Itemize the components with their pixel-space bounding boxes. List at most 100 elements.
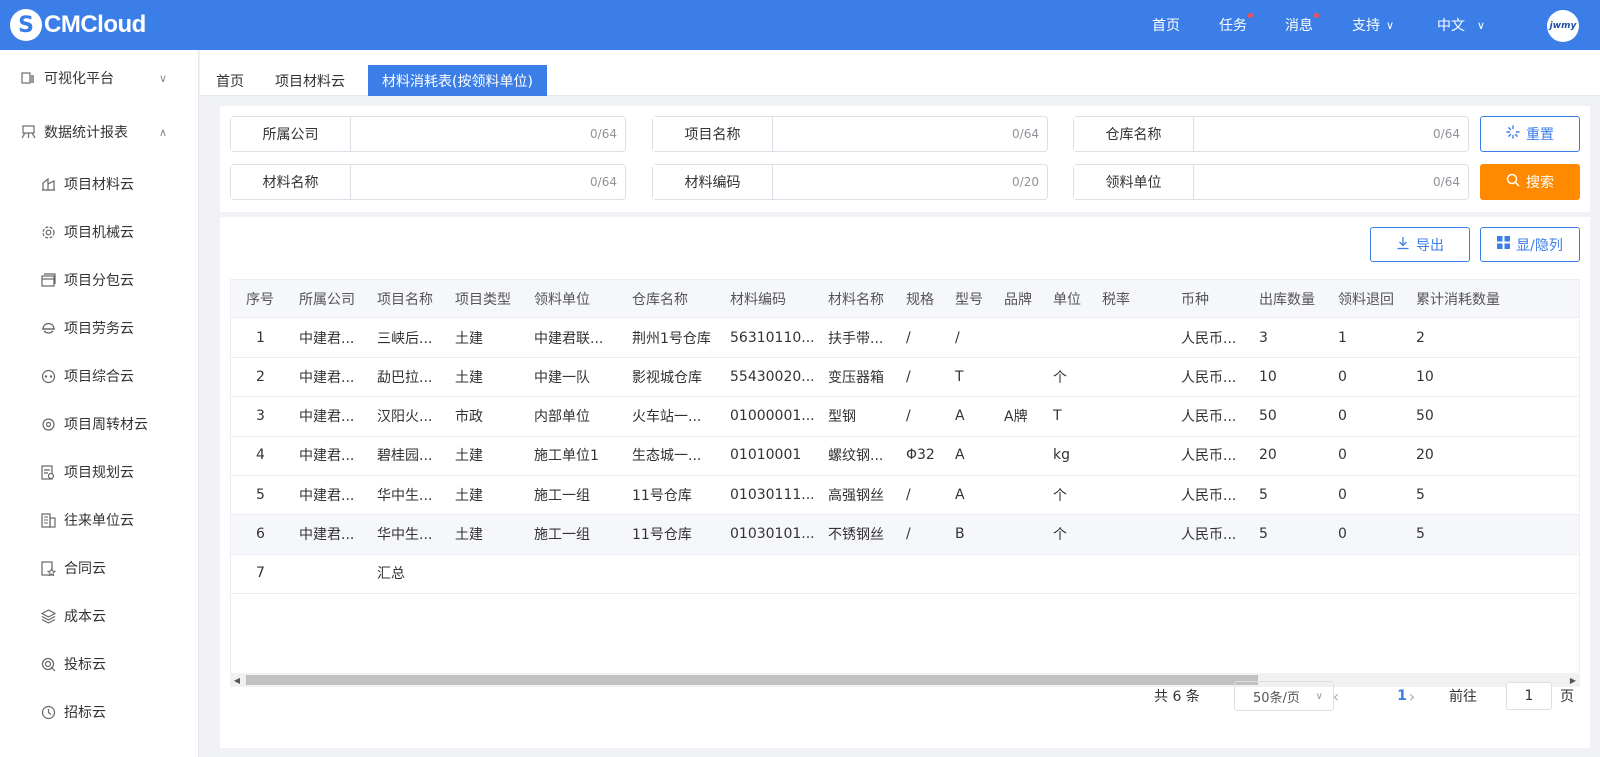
- material-name-input[interactable]: [351, 165, 591, 199]
- tab-material-consumption[interactable]: 材料消耗表(按领料单位): [368, 65, 547, 96]
- table-cell: 土建: [455, 369, 483, 386]
- table-row[interactable]: 3 中建君... 汉阳火... 市政 内部单位 火车站一... 01000001... 型钢 /…: [231, 397, 1579, 437]
- avatar[interactable]: jwmy: [1547, 10, 1579, 42]
- table-row[interactable]: 1 中建君... 三峡后... 土建 中建君联... 荆州1号仓库 56310110... 扶…: [231, 318, 1579, 358]
- nav-messages[interactable]: 消息: [1285, 0, 1319, 50]
- table-cell: 中建一队: [534, 369, 590, 386]
- table-cell: 生态城一...: [632, 448, 702, 465]
- table-cell: 1: [1338, 329, 1347, 346]
- table-row[interactable]: 2 中建君... 勐巴拉... 土建 中建一队 影视城仓库 55430020... 变压器箱 /…: [231, 357, 1579, 398]
- table-cell: 个: [1053, 527, 1067, 543]
- table-cell: 5: [256, 486, 265, 503]
- logo[interactable]: S CMCloud: [10, 9, 146, 41]
- table-cell: 01030101...: [730, 526, 815, 542]
- sidebar-item-label: 项目周转材云: [64, 417, 148, 433]
- column-header[interactable]: 型号: [955, 280, 983, 318]
- scrollbar-thumb[interactable]: [246, 675, 1258, 685]
- next-page-icon[interactable]: ›: [1400, 681, 1424, 711]
- table-cell: 施工一组: [534, 487, 590, 504]
- goto-page-input[interactable]: [1506, 682, 1552, 710]
- integrated-icon: [40, 368, 56, 384]
- sidebar-item-planning[interactable]: 项目规划云: [0, 452, 199, 492]
- table-cell: 01010001: [730, 447, 802, 464]
- nav-tasks[interactable]: 任务: [1219, 0, 1253, 50]
- scroll-left-icon[interactable]: ◀: [230, 673, 244, 687]
- filter-label: 项目名称: [653, 117, 773, 151]
- column-header[interactable]: 品牌: [1004, 280, 1032, 318]
- nav-support[interactable]: 支持 ∨: [1352, 0, 1394, 50]
- toggle-columns-button[interactable]: 显/隐列: [1480, 227, 1580, 262]
- table-cell: 中建君...: [299, 487, 355, 504]
- sidebar-item-label: 成本云: [64, 609, 106, 625]
- page-size-select[interactable]: 50条/页 ∨: [1234, 681, 1334, 711]
- column-header[interactable]: 材料名称: [828, 280, 884, 318]
- column-header[interactable]: 出库数量: [1259, 280, 1315, 318]
- table-cell: A: [955, 486, 965, 503]
- sidebar-item-bid[interactable]: 投标云: [0, 644, 199, 684]
- column-header[interactable]: 项目名称: [377, 280, 433, 318]
- table-cell: 个: [1053, 487, 1067, 504]
- table-cell: 01030111...: [730, 486, 815, 503]
- contract-icon: [40, 560, 56, 576]
- column-header[interactable]: 累计消耗数量: [1416, 280, 1500, 318]
- search-button[interactable]: 搜索: [1480, 164, 1580, 200]
- table-row[interactable]: 7 汇总: [231, 554, 1579, 594]
- layers-icon: [40, 608, 56, 624]
- table-cell: 20: [1259, 447, 1277, 464]
- table-cell: /: [906, 408, 911, 425]
- project-name-input[interactable]: [773, 117, 1013, 151]
- table-row[interactable]: 4 中建君... 碧桂园... 土建 施工单位1 生态城一... 01010001 螺纹钢..…: [231, 436, 1579, 476]
- prev-page-icon[interactable]: ‹: [1324, 681, 1348, 711]
- table-cell: 5: [1259, 486, 1268, 503]
- table-cell: 0: [1338, 486, 1347, 503]
- filter-label: 材料编码: [653, 165, 773, 199]
- company-input[interactable]: [351, 117, 591, 151]
- sidebar-item-labor[interactable]: 项目劳务云: [0, 308, 199, 348]
- sidebar-group-visual-platform[interactable]: 可视化平台 ∨: [0, 58, 199, 98]
- sidebar-group-statistics[interactable]: 数据统计报表 ∧: [0, 112, 199, 152]
- column-header[interactable]: 项目类型: [455, 280, 511, 318]
- column-header[interactable]: 所属公司: [299, 280, 355, 318]
- reset-label: 重置: [1526, 127, 1554, 143]
- table-row[interactable]: 6 中建君... 华中生... 土建 施工一组 11号仓库 01030101... 不锈钢丝 /…: [231, 514, 1579, 555]
- column-header[interactable]: 材料编码: [730, 280, 786, 318]
- table-cell: kg: [1053, 447, 1070, 464]
- nav-messages-label: 消息: [1285, 18, 1313, 34]
- sidebar-item-integrated[interactable]: 项目综合云: [0, 356, 199, 396]
- column-header[interactable]: 领料退回: [1338, 280, 1394, 318]
- warehouse-input[interactable]: [1194, 117, 1434, 151]
- sidebar-item-material[interactable]: 项目材料云: [0, 164, 199, 204]
- nav-home[interactable]: 首页: [1152, 0, 1180, 50]
- horizontal-scrollbar[interactable]: ◀ ▶: [230, 673, 1580, 687]
- sidebar-item-machinery[interactable]: 项目机械云: [0, 212, 199, 252]
- sidebar-item-contract[interactable]: 合同云: [0, 548, 199, 588]
- sidebar-item-tender[interactable]: 招标云: [0, 692, 199, 732]
- notification-dot: [1248, 13, 1253, 18]
- column-header[interactable]: 币种: [1181, 280, 1209, 318]
- sidebar-item-partners[interactable]: 往来单位云: [0, 500, 199, 540]
- sidebar-item-label: 项目规划云: [64, 465, 134, 481]
- table-cell: 56310110...: [730, 329, 815, 346]
- table-cell: 施工单位1: [534, 448, 599, 465]
- material-code-input[interactable]: [773, 165, 1013, 199]
- column-header[interactable]: 单位: [1053, 280, 1081, 318]
- column-header[interactable]: 仓库名称: [632, 280, 688, 318]
- column-header[interactable]: 规格: [906, 280, 934, 318]
- column-header[interactable]: 税率: [1102, 280, 1130, 318]
- sidebar-item-cost[interactable]: 成本云: [0, 596, 199, 636]
- filter-project-name: 项目名称 0/64: [652, 116, 1048, 152]
- reset-button[interactable]: 重置: [1480, 116, 1580, 152]
- column-header[interactable]: 序号: [246, 280, 274, 318]
- receiving-unit-input[interactable]: [1194, 165, 1434, 199]
- logo-icon: S: [10, 9, 42, 41]
- export-button[interactable]: 导出: [1370, 227, 1470, 262]
- table-cell: 螺纹钢...: [828, 448, 884, 465]
- char-count: 0/64: [1012, 127, 1039, 141]
- column-header[interactable]: 领料单位: [534, 280, 590, 318]
- sidebar-item-turnover[interactable]: 项目周转材云: [0, 404, 199, 444]
- table-row[interactable]: 5 中建君... 华中生... 土建 施工一组 11号仓库 01030111... 高强钢丝 /…: [231, 475, 1579, 516]
- language-select[interactable]: 中文 ∨: [1437, 0, 1485, 50]
- tab-home[interactable]: 首页: [204, 65, 256, 96]
- tab-project-material[interactable]: 项目材料云: [263, 65, 357, 96]
- sidebar-item-subcontract[interactable]: 项目分包云: [0, 260, 199, 300]
